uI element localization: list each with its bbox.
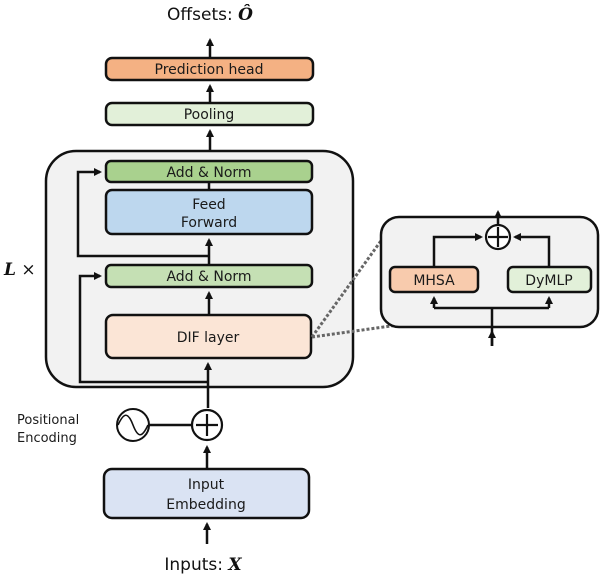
- prediction-head-block: Prediction head: [104, 56, 315, 82]
- pooling-block: Pooling: [104, 101, 315, 127]
- dif-layer-label: DIF layer: [177, 330, 240, 346]
- feed-forward-block: Feed Forward: [104, 188, 314, 236]
- architecture-diagram: Offsets: Ô Prediction head Pooling L × A…: [3, 4, 600, 575]
- input-embedding-block: Input Embedding: [102, 467, 311, 520]
- input-embedding-label-1: Input: [188, 477, 225, 493]
- dif-layer-block: DIF layer: [104, 313, 313, 360]
- input-label: Inputs: X: [164, 555, 242, 575]
- feed-forward-label-1: Feed: [192, 197, 225, 213]
- pooling-label: Pooling: [184, 107, 235, 123]
- dif-detail-panel: MHSA DyMLP: [379, 210, 600, 346]
- feed-forward-label-2: Forward: [181, 215, 237, 231]
- input-embedding-label-2: Embedding: [166, 497, 245, 513]
- mhsa-label: MHSA: [413, 273, 455, 289]
- repeat-label: L ×: [3, 260, 36, 280]
- sine-wave-icon: [116, 408, 150, 442]
- add-norm-top-block: Add & Norm: [104, 159, 314, 184]
- positional-encoding-label-2: Encoding: [17, 431, 77, 446]
- dymlp-label: DyMLP: [525, 273, 572, 289]
- output-label: Offsets: Ô: [167, 4, 253, 25]
- positional-encoding-label-1: Positional: [17, 413, 79, 428]
- add-norm-bottom-block: Add & Norm: [104, 263, 314, 289]
- add-norm-top-label: Add & Norm: [166, 165, 251, 181]
- prediction-head-label: Prediction head: [155, 62, 264, 78]
- add-icon: [190, 408, 224, 442]
- add-norm-bottom-label: Add & Norm: [166, 269, 251, 285]
